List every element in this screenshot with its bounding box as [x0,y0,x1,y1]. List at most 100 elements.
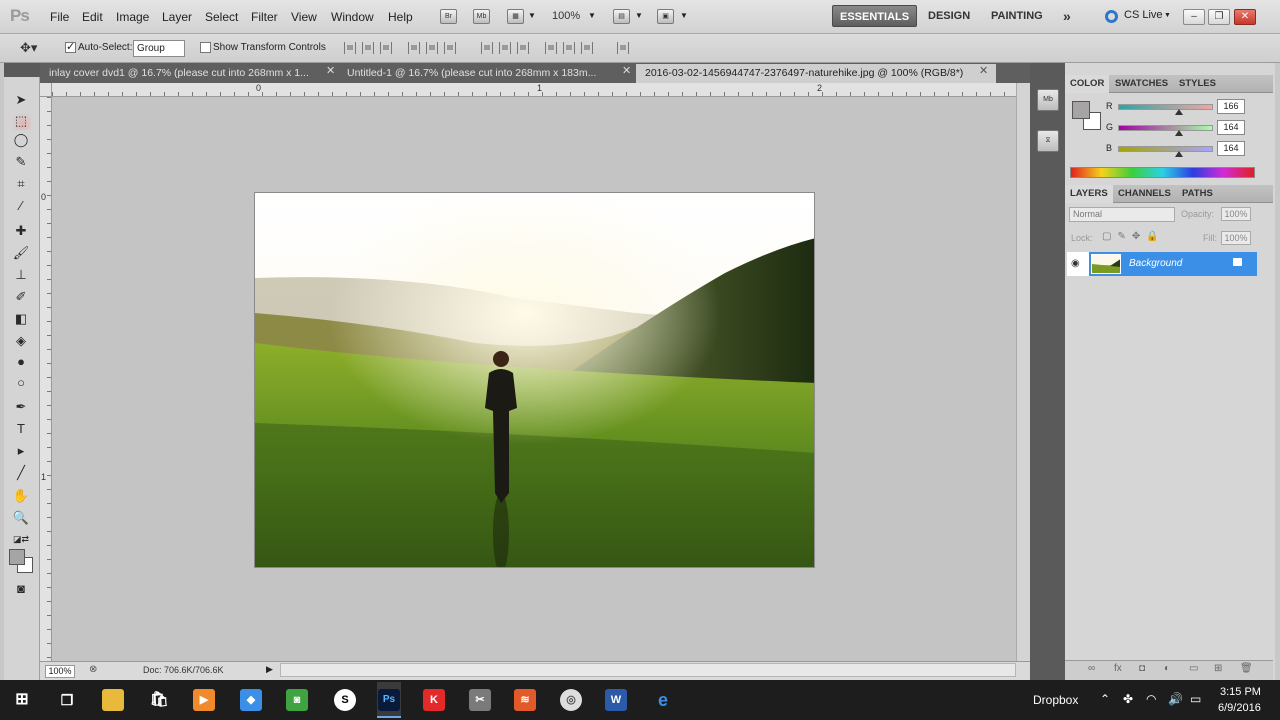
distribute-hcenter-icon[interactable] [563,42,575,54]
line-tool-icon[interactable]: ╱ [11,464,31,482]
blur-tool-icon[interactable]: ● [11,353,31,371]
horizontal-scrollbar[interactable] [280,663,1016,677]
align-left-icon[interactable] [408,42,420,54]
cs-live-icon[interactable] [1105,10,1118,23]
menu-layer[interactable]: Layer [162,10,192,24]
add-mask-icon[interactable]: ◘ [1139,663,1145,674]
wifi-icon[interactable]: ◠ [1146,692,1156,706]
distribute-top-icon[interactable] [481,42,493,54]
snipping-tool-icon[interactable]: ✂ [469,689,491,711]
status-zoom-field[interactable]: 100% [45,665,75,678]
minimize-button[interactable]: – [1183,9,1205,25]
dodge-tool-icon[interactable]: ○ [11,374,31,392]
screen-mode-icon[interactable]: ▣ [657,9,674,24]
close-icon[interactable]: ✕ [326,64,335,77]
history-panel-icon[interactable]: ⧖ [1037,130,1059,152]
app-icon-flame[interactable]: ≋ [514,689,536,711]
close-button[interactable]: ✕ [1234,9,1256,25]
chevron-down-icon[interactable]: ▼ [635,11,643,20]
bridge-icon[interactable]: Br [440,9,457,24]
ruler-origin[interactable] [40,83,52,97]
path-select-icon[interactable]: ▸ [11,442,31,460]
green-value-input[interactable]: 164 [1217,120,1245,135]
tab-channels[interactable]: CHANNELS [1113,185,1176,203]
menu-edit[interactable]: Edit [82,10,103,24]
tab-swatches[interactable]: SWATCHES [1110,75,1173,93]
workspace-more-icon[interactable]: » [1056,5,1078,27]
swap-colors-icon[interactable]: ◪⇄ [11,530,31,548]
pen-tool-icon[interactable]: ✒ [11,398,31,416]
blue-slider[interactable] [1118,146,1213,152]
align-vcenter-icon[interactable] [362,42,374,54]
align-top-icon[interactable] [344,42,356,54]
vertical-ruler[interactable] [40,97,52,661]
distribute-right-icon[interactable] [581,42,593,54]
auto-align-icon[interactable] [617,42,629,54]
distribute-vcenter-icon[interactable] [499,42,511,54]
fill-input[interactable]: 100% [1221,231,1251,245]
status-menu-arrow-icon[interactable]: ▶ [266,664,273,675]
tab-paths[interactable]: PATHS [1177,185,1218,203]
tray-app-icon[interactable]: ✤ [1123,692,1133,706]
distribute-left-icon[interactable] [545,42,557,54]
tab-color[interactable]: COLOR [1065,75,1110,93]
tab-inlay-cover[interactable]: inlay cover dvd1 @ 16.7% (please cut int… [40,64,325,83]
foreground-color-swatch[interactable] [9,549,25,565]
blue-value-input[interactable]: 164 [1217,141,1245,156]
align-right-icon[interactable] [444,42,456,54]
zoom-level-select[interactable]: 100% [552,10,580,22]
word-icon[interactable]: W [605,689,627,711]
close-icon[interactable]: ✕ [622,64,631,77]
green-slider[interactable] [1118,125,1213,131]
type-tool-icon[interactable]: T [11,420,31,438]
new-layer-icon[interactable]: ⊞ [1214,663,1222,674]
brush-tool-icon[interactable]: 🖌 [11,244,31,262]
workspace-painting[interactable]: PAINTING [984,5,1050,27]
menu-file[interactable]: File [50,10,69,24]
store-icon[interactable]: 🛍 [148,689,170,711]
cs-live-button[interactable]: CS Live [1124,9,1163,21]
align-hcenter-icon[interactable] [426,42,438,54]
new-group-icon[interactable]: ▭ [1189,663,1198,674]
blend-mode-select[interactable]: Normal [1069,207,1175,222]
distribute-bottom-icon[interactable] [517,42,529,54]
color-panel-foreground[interactable] [1072,101,1090,119]
tab-styles[interactable]: STYLES [1174,75,1221,93]
align-bottom-icon[interactable] [380,42,392,54]
layer-name[interactable]: Background [1129,258,1182,269]
file-explorer-icon[interactable] [102,689,124,711]
green-slider-thumb[interactable] [1175,130,1183,136]
eye-icon[interactable]: ◉ [1071,258,1080,269]
document-image[interactable] [254,192,815,568]
eraser-tool-icon[interactable]: ◧ [11,310,31,328]
clock-date[interactable]: 6/9/2016 [1218,702,1261,714]
healing-brush-icon[interactable]: ✚ [11,222,31,240]
adjustment-layer-icon[interactable]: ◐ [1164,663,1170,674]
kaspersky-icon[interactable]: K [423,689,445,711]
chevron-down-icon[interactable]: ▼ [680,11,688,20]
menu-help[interactable]: Help [388,10,413,24]
delete-layer-icon[interactable]: 🗑 [1240,663,1253,674]
red-slider-thumb[interactable] [1175,109,1183,115]
move-tool-icon[interactable]: ➤ [11,91,31,109]
skype-icon[interactable]: S [334,689,356,711]
evernote-icon[interactable]: ◙ [286,689,308,711]
menu-filter[interactable]: Filter [251,10,278,24]
windows-start-icon[interactable]: ⊞ [11,689,33,711]
link-layers-icon[interactable]: ∞ [1088,663,1095,674]
red-slider[interactable] [1118,104,1213,110]
chevron-down-icon[interactable]: ▼ [1164,12,1171,19]
hand-tool-icon[interactable]: ✋ [11,487,31,505]
marquee-tool-icon[interactable]: ⬚ [11,112,31,130]
opacity-input[interactable]: 100% [1221,207,1251,221]
arrange-documents-icon[interactable]: ▤ [613,9,630,24]
lasso-tool-icon[interactable]: ◯ [11,131,31,149]
eyedropper-tool-icon[interactable]: ⁄ [11,197,31,215]
chevron-up-icon[interactable]: ⌃ [1100,692,1110,706]
tab-layers[interactable]: LAYERS [1065,185,1113,203]
blue-slider-thumb[interactable] [1175,151,1183,157]
quick-select-tool-icon[interactable]: ✎ [11,153,31,171]
chevron-down-icon[interactable]: ▼ [528,11,536,20]
show-transform-checkbox[interactable] [200,42,211,53]
menu-view[interactable]: View [291,10,317,24]
